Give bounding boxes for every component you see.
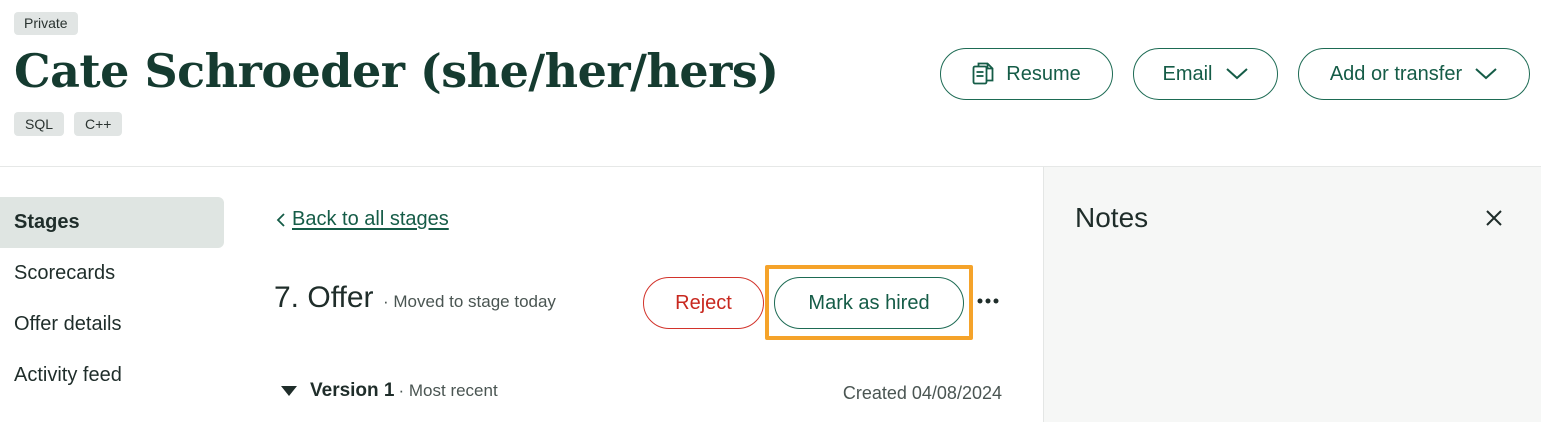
version-title: Version 1 xyxy=(310,380,395,401)
nav-item-offer-details[interactable]: Offer details xyxy=(0,299,224,350)
email-button[interactable]: Email xyxy=(1133,48,1278,100)
stage-moved-status: · Moved to stage today xyxy=(383,292,556,311)
back-link-label: Back to all stages xyxy=(292,208,449,230)
close-icon xyxy=(1485,209,1503,227)
more-options-button[interactable] xyxy=(975,290,1001,312)
nav-item-stages[interactable]: Stages xyxy=(0,197,224,248)
mark-as-hired-button[interactable]: Mark as hired xyxy=(774,277,964,329)
tag-sql: SQL xyxy=(14,112,65,136)
add-or-transfer-button[interactable]: Add or transfer xyxy=(1298,48,1530,100)
stage-title: 7. Offer xyxy=(274,281,374,314)
version-subtitle: · Most recent xyxy=(398,381,498,400)
caret-down-icon xyxy=(280,385,298,397)
resume-button[interactable]: Resume xyxy=(940,48,1113,100)
header-actions: Resume Email Add or transfer xyxy=(940,48,1530,100)
ellipsis-icon xyxy=(977,298,999,304)
candidate-name: Cate Schroeder (she/her/hers) xyxy=(14,44,779,98)
candidate-tags: SQL C++ xyxy=(14,112,123,136)
resume-label: Resume xyxy=(1006,62,1081,85)
chevron-left-icon xyxy=(276,212,286,228)
chevron-down-icon xyxy=(1225,67,1249,81)
document-copy-icon xyxy=(972,61,994,87)
tag-cpp: C++ xyxy=(74,112,123,136)
private-badge: Private xyxy=(14,12,78,35)
chevron-down-icon xyxy=(1474,67,1498,81)
back-to-all-stages-link[interactable]: Back to all stages xyxy=(276,208,449,231)
offer-version-row[interactable]: Version 1 · Most recent xyxy=(280,380,498,402)
close-notes-button[interactable] xyxy=(1482,206,1506,230)
offer-created-date: Created 04/08/2024 xyxy=(842,383,1002,403)
nav-item-scorecards[interactable]: Scorecards xyxy=(0,248,224,299)
side-navigation: Stages Scorecards Offer details Activity… xyxy=(0,197,224,401)
add-or-transfer-label: Add or transfer xyxy=(1329,62,1463,85)
reject-button[interactable]: Reject xyxy=(643,277,764,329)
notes-panel: Notes xyxy=(1043,167,1541,422)
nav-item-activity-feed[interactable]: Activity feed xyxy=(0,350,224,401)
notes-title: Notes xyxy=(1075,202,1149,233)
email-label: Email xyxy=(1162,62,1213,85)
